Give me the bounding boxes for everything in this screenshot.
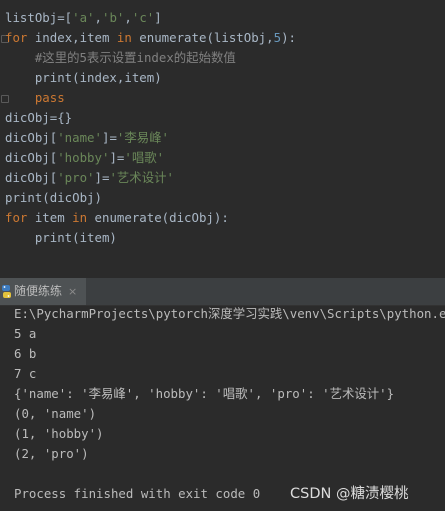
code-token: dicObj[	[5, 150, 58, 165]
code-token: print(index,item)	[5, 70, 162, 85]
code-token: ):	[281, 30, 296, 45]
code-token: ]=	[109, 150, 125, 165]
run-tab[interactable]: 随便练练 ×	[0, 278, 86, 305]
code-token: '李易峰'	[116, 130, 169, 145]
code-token: pass	[34, 90, 65, 105]
close-tab-icon[interactable]: ×	[68, 278, 77, 305]
code-token: ]	[154, 10, 162, 25]
code-token: dicObj[	[5, 130, 58, 145]
code-token: 'a'	[72, 10, 95, 25]
run-tab-label: 随便练练	[14, 284, 63, 298]
code-token: print(item)	[5, 230, 117, 245]
console-line: E:\PycharmProjects\pytorch深度学习实践\venv\Sc…	[14, 306, 445, 321]
code-line: print(dicObj)	[5, 188, 102, 208]
code-token: '唱歌'	[124, 150, 165, 165]
code-line: dicObj['name']='李易峰'	[5, 128, 169, 148]
console-line: (2, 'pro')	[14, 446, 89, 461]
console-line: (1, 'hobby')	[14, 426, 104, 441]
code-token: ,	[124, 10, 132, 25]
code-token: dicObj[	[5, 170, 58, 185]
code-line: print(item)	[5, 228, 117, 248]
code-token: ]=	[94, 170, 110, 185]
code-token: for	[5, 210, 28, 225]
code-line: for item in enumerate(dicObj):	[5, 208, 229, 228]
code-token: enumerate(listObj,	[131, 30, 274, 45]
console-line: 7 c	[14, 366, 37, 381]
code-line: for index,item in enumerate(listObj,5):	[5, 28, 296, 48]
code-token: enumerate(dicObj):	[87, 210, 229, 225]
code-token: #这里的5表示设置index的起始数值	[5, 50, 236, 65]
watermark: CSDN @糖渍樱桃	[290, 486, 409, 502]
code-token: 'pro'	[57, 170, 95, 185]
code-line: dicObj={}	[5, 108, 72, 128]
code-token: for	[5, 30, 28, 45]
code-token: item	[27, 210, 73, 225]
python-icon	[2, 285, 11, 298]
code-line: listObj=['a','b','c']	[5, 8, 162, 28]
code-token: listObj=[	[5, 10, 73, 25]
code-line: #这里的5表示设置index的起始数值	[5, 48, 236, 68]
code-token: dicObj={}	[5, 110, 73, 125]
code-token: 'c'	[131, 10, 155, 25]
code-token: in	[116, 30, 132, 45]
code-token: 'hobby'	[57, 150, 110, 165]
code-token: ,	[94, 10, 102, 25]
console-line: Process finished with exit code 0	[14, 486, 261, 501]
code-token: 5	[273, 30, 282, 45]
code-token: in	[72, 210, 88, 225]
code-token: ]=	[101, 130, 117, 145]
code-token: 'b'	[102, 10, 125, 25]
console-line: 5 a	[14, 326, 37, 341]
code-token: index,item	[27, 30, 117, 45]
code-line: print(index,item)	[5, 68, 162, 88]
code-line: pass	[5, 88, 65, 108]
console-line: (0, 'name')	[14, 406, 97, 421]
console-line: 6 b	[14, 346, 37, 361]
console-line: {'name': '李易峰', 'hobby': '唱歌', 'pro': '艺…	[14, 386, 395, 401]
code-line: dicObj['hobby']='唱歌'	[5, 148, 164, 168]
code-token: '艺术设计'	[109, 170, 174, 185]
code-editor[interactable]: listObj=['a','b','c'] for index,item in e…	[0, 0, 445, 278]
code-token: print(dicObj)	[5, 190, 102, 205]
code-line: dicObj['pro']='艺术设计'	[5, 168, 174, 188]
run-panel-header: 随便练练 ×	[0, 278, 445, 306]
code-token: 'name'	[57, 130, 102, 145]
run-console-output[interactable]: E:\PycharmProjects\pytorch深度学习实践\venv\Sc…	[0, 306, 445, 511]
